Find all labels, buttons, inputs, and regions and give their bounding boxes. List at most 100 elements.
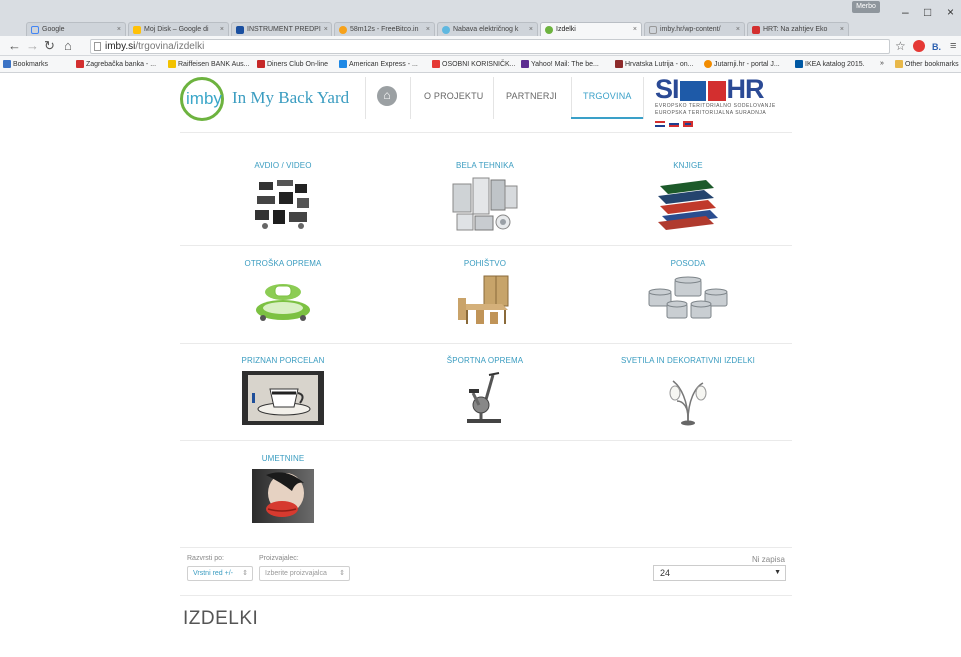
- controls-divider: [180, 595, 792, 596]
- home-icon[interactable]: ⌂: [64, 38, 72, 54]
- bitcoin-icon: [339, 25, 347, 34]
- bookmark-item[interactable]: Raiffeisen BANK Aus...: [168, 60, 249, 68]
- bookmark-item[interactable]: Zagrebačka banka - ...: [76, 60, 156, 68]
- nav-o-projektu[interactable]: O PROJEKTU: [424, 91, 484, 101]
- close-icon[interactable]: ×: [733, 26, 740, 33]
- audio-video-image[interactable]: [253, 176, 313, 230]
- category-knjige[interactable]: KNJIGE: [588, 161, 788, 232]
- maximize-icon[interactable]: □: [924, 6, 931, 18]
- reload-icon[interactable]: ↻: [44, 38, 55, 54]
- bookmark-item[interactable]: Bookmarks: [3, 60, 48, 68]
- bookmark-item[interactable]: IKEA katalog 2015.: [795, 60, 865, 68]
- page-icon: [94, 42, 101, 51]
- browser-chrome: Google × Moj Disk – Google di × INSTRUME…: [0, 0, 961, 78]
- category-pohistvo[interactable]: POHIŠTVO: [385, 259, 585, 326]
- category-priznan-porcelan[interactable]: PRIZNAN PORCELAN: [183, 356, 383, 425]
- eu-flag-icon: [679, 80, 706, 101]
- tab-google[interactable]: Google ×: [26, 22, 126, 36]
- extension-icon[interactable]: B.: [932, 39, 941, 55]
- per-page-select[interactable]: 24 ▼: [653, 565, 786, 581]
- tab-strip: Google × Moj Disk – Google di × INSTRUME…: [0, 0, 961, 36]
- forward-icon[interactable]: →: [26, 38, 39, 54]
- english-flag-icon[interactable]: [683, 121, 693, 127]
- close-icon[interactable]: ×: [837, 26, 844, 33]
- tab-hrt[interactable]: HRT: Na zahtjev Eko ×: [747, 22, 849, 36]
- bookmark-item[interactable]: Jutarnji.hr - portal J...: [704, 60, 780, 68]
- porcelain-cup-image[interactable]: [242, 371, 324, 425]
- page-icon: [649, 25, 657, 34]
- tab-instrument[interactable]: INSTRUMENT PREDPI ×: [231, 22, 332, 36]
- row-divider: [180, 440, 792, 441]
- tab-imby-hr[interactable]: imby.hr/wp-content/ ×: [644, 22, 745, 36]
- header-divider: [180, 132, 792, 133]
- page-title: IZDELKI: [183, 608, 259, 629]
- tab-drive[interactable]: Moj Disk – Google di ×: [128, 22, 229, 36]
- baby-walker-image[interactable]: [253, 274, 313, 326]
- category-sportna-oprema[interactable]: ŠPORTNA OPREMA: [385, 356, 585, 425]
- nav-divider: [643, 77, 644, 119]
- nav-partnerji[interactable]: PARTNERJI: [506, 91, 557, 101]
- menu-icon[interactable]: ≡: [950, 38, 956, 54]
- sort-select[interactable]: Vrstni red +/- ⇕: [187, 566, 253, 581]
- close-icon[interactable]: ×: [321, 26, 328, 33]
- card-icon: [339, 60, 347, 68]
- home-icon[interactable]: ⌂: [377, 86, 397, 106]
- close-icon[interactable]: ×: [526, 26, 533, 33]
- appliances-image[interactable]: [451, 176, 519, 232]
- news-icon: [704, 60, 712, 68]
- url-path: /trgovina/izdelki: [135, 41, 205, 52]
- imby-logo[interactable]: imby: [180, 77, 224, 121]
- active-nav-indicator: [571, 117, 643, 119]
- back-icon[interactable]: ←: [8, 38, 21, 54]
- tab-izdelki[interactable]: Izdelki ×: [540, 22, 642, 36]
- imby-icon: [545, 25, 553, 34]
- mail-icon: [521, 60, 529, 68]
- manufacturer-label: Proizvajalec:: [259, 555, 299, 562]
- category-posoda[interactable]: POSODA: [588, 259, 788, 324]
- books-image[interactable]: [654, 176, 722, 232]
- exercise-bike-image[interactable]: [465, 371, 505, 425]
- close-icon[interactable]: ×: [114, 26, 121, 33]
- logo-text[interactable]: In My Back Yard: [232, 88, 349, 108]
- other-bookmarks[interactable]: Other bookmarks: [895, 60, 959, 68]
- site-icon: [442, 25, 450, 34]
- ikea-icon: [795, 60, 803, 68]
- row-divider: [180, 547, 792, 548]
- artwork-image[interactable]: [252, 469, 314, 523]
- url-host: imby.si: [105, 41, 136, 52]
- star-icon[interactable]: ☆: [895, 38, 906, 54]
- window-close-icon[interactable]: ×: [947, 6, 954, 18]
- adblock-icon[interactable]: [913, 40, 925, 52]
- nav-trgovina[interactable]: TRGOVINA: [583, 91, 632, 101]
- manufacturer-select[interactable]: Izberite proizvajalca ⇕: [259, 566, 350, 581]
- category-svetila[interactable]: SVETILA IN DEKORATIVNI IZDELKI: [588, 356, 788, 427]
- tab-freebitco[interactable]: 58m12s - FreeBitco.in ×: [334, 22, 435, 36]
- category-umetnine[interactable]: UMETNINE: [183, 454, 383, 523]
- profile-button[interactable]: Merbo: [852, 1, 880, 13]
- close-icon[interactable]: ×: [630, 26, 637, 33]
- bookmark-item[interactable]: American Express - ...: [339, 60, 418, 68]
- lamp-image[interactable]: [663, 371, 713, 427]
- nav-divider: [365, 77, 366, 119]
- tab-nabava[interactable]: Nabava električnog k ×: [437, 22, 538, 36]
- bookmark-item[interactable]: OSOBNI KORISNIČK...: [432, 60, 516, 68]
- bookmark-item[interactable]: Hrvatska Lutrija - on...: [615, 60, 693, 68]
- minimize-icon[interactable]: –: [902, 6, 909, 18]
- address-bar[interactable]: imby.si/trgovina/izdelki: [90, 39, 890, 54]
- bookmarks-overflow[interactable]: »: [880, 60, 884, 67]
- close-icon[interactable]: ×: [217, 26, 224, 33]
- cookware-image[interactable]: [645, 274, 731, 324]
- category-avdio-video[interactable]: AVDIO / VIDEO: [183, 161, 383, 230]
- sort-arrows-icon: ⇕: [242, 570, 248, 577]
- drive-icon: [133, 25, 141, 34]
- furniture-image[interactable]: [456, 274, 514, 326]
- card-icon: [257, 60, 265, 68]
- bookmark-item[interactable]: Yahoo! Mail: The be...: [521, 60, 599, 68]
- bookmark-item[interactable]: Diners Club On-line: [257, 60, 328, 68]
- close-icon[interactable]: ×: [423, 26, 430, 33]
- category-bela-tehnika[interactable]: BELA TEHNIKA: [385, 161, 585, 232]
- category-otroska-oprema[interactable]: OTROŠKA OPREMA: [183, 259, 383, 326]
- nav-divider: [493, 77, 494, 119]
- croatian-flag-icon[interactable]: [655, 121, 665, 127]
- slovenian-flag-icon[interactable]: [669, 121, 679, 127]
